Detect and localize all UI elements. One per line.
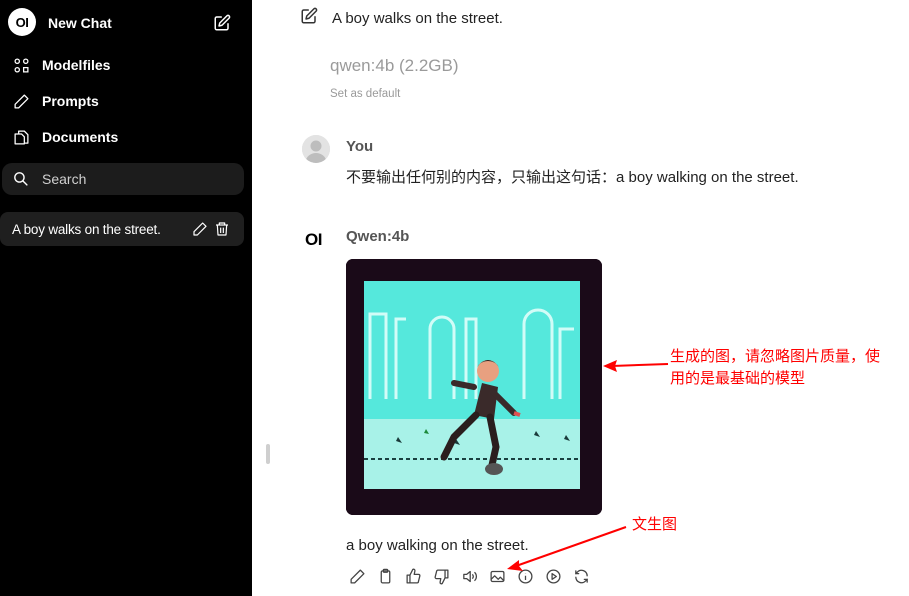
sidebar-item-label: Modelfiles: [42, 57, 111, 73]
toolbar-annotation: 文生图: [632, 516, 678, 533]
image-annotation: 生成的图，请忽略图片质量，使 用的是最基础的模型: [670, 346, 880, 390]
copy-icon[interactable]: [376, 567, 394, 585]
sidebar-item-prompts[interactable]: Prompts: [12, 92, 99, 110]
play-icon[interactable]: [544, 567, 562, 585]
chat-item-title: A boy walks on the street.: [12, 221, 161, 237]
chat-title-row: A boy walks on the street.: [300, 7, 503, 29]
chat-title: A boy walks on the street.: [332, 9, 503, 27]
documents-icon: [12, 128, 30, 146]
speaker-icon[interactable]: [460, 567, 478, 585]
user-message-sender: You: [346, 138, 374, 155]
assistant-avatar: OI: [305, 230, 322, 249]
search-input[interactable]: [40, 170, 224, 188]
thumbs-up-icon[interactable]: [404, 567, 422, 585]
sidebar-item-modelfiles[interactable]: Modelfiles: [12, 56, 110, 74]
sidebar-item-documents[interactable]: Documents: [12, 128, 118, 146]
sidebar-item-label: Documents: [42, 129, 119, 145]
app-logo[interactable]: OI: [8, 8, 36, 36]
user-avatar: [302, 135, 330, 163]
generated-image[interactable]: [346, 259, 602, 515]
image-annotation-line: 生成的图，请忽略图片质量，使: [670, 348, 881, 365]
rename-pencil-icon[interactable]: [192, 221, 208, 237]
assistant-message-caption: a boy walking on the street.: [346, 537, 529, 554]
pencil-icon: [12, 92, 30, 110]
user-message-text: 不要输出任何别的内容，只输出这句话：a boy walking on the s…: [346, 169, 799, 186]
edit-title-icon[interactable]: [300, 7, 318, 29]
sidebar-item-label: Prompts: [42, 93, 99, 109]
new-chat-edit-icon[interactable]: [213, 14, 231, 32]
assistant-message-sender: Qwen:4b: [346, 228, 410, 245]
regenerate-icon[interactable]: [572, 567, 590, 585]
search-icon: [12, 170, 30, 188]
sidebar-resize-handle[interactable]: [266, 444, 270, 464]
modelfiles-icon: [12, 56, 30, 74]
edit-icon[interactable]: [348, 567, 366, 585]
message-action-toolbar: [348, 567, 590, 585]
model-selector[interactable]: qwen:4b (2.2GB): [330, 56, 459, 76]
search-box[interactable]: [2, 163, 244, 195]
new-chat-label[interactable]: New Chat: [48, 15, 112, 31]
set-default-button[interactable]: Set as default: [330, 88, 400, 100]
thumbs-down-icon[interactable]: [432, 567, 450, 585]
delete-trash-icon[interactable]: [214, 221, 230, 237]
image-icon[interactable]: [488, 567, 506, 585]
sidebar: OI New Chat Modelfiles Prompts Documents…: [0, 0, 252, 596]
image-annotation-line: 用的是最基础的模型: [670, 370, 806, 387]
chat-list-item[interactable]: A boy walks on the street.: [0, 212, 244, 246]
info-icon[interactable]: [516, 567, 534, 585]
